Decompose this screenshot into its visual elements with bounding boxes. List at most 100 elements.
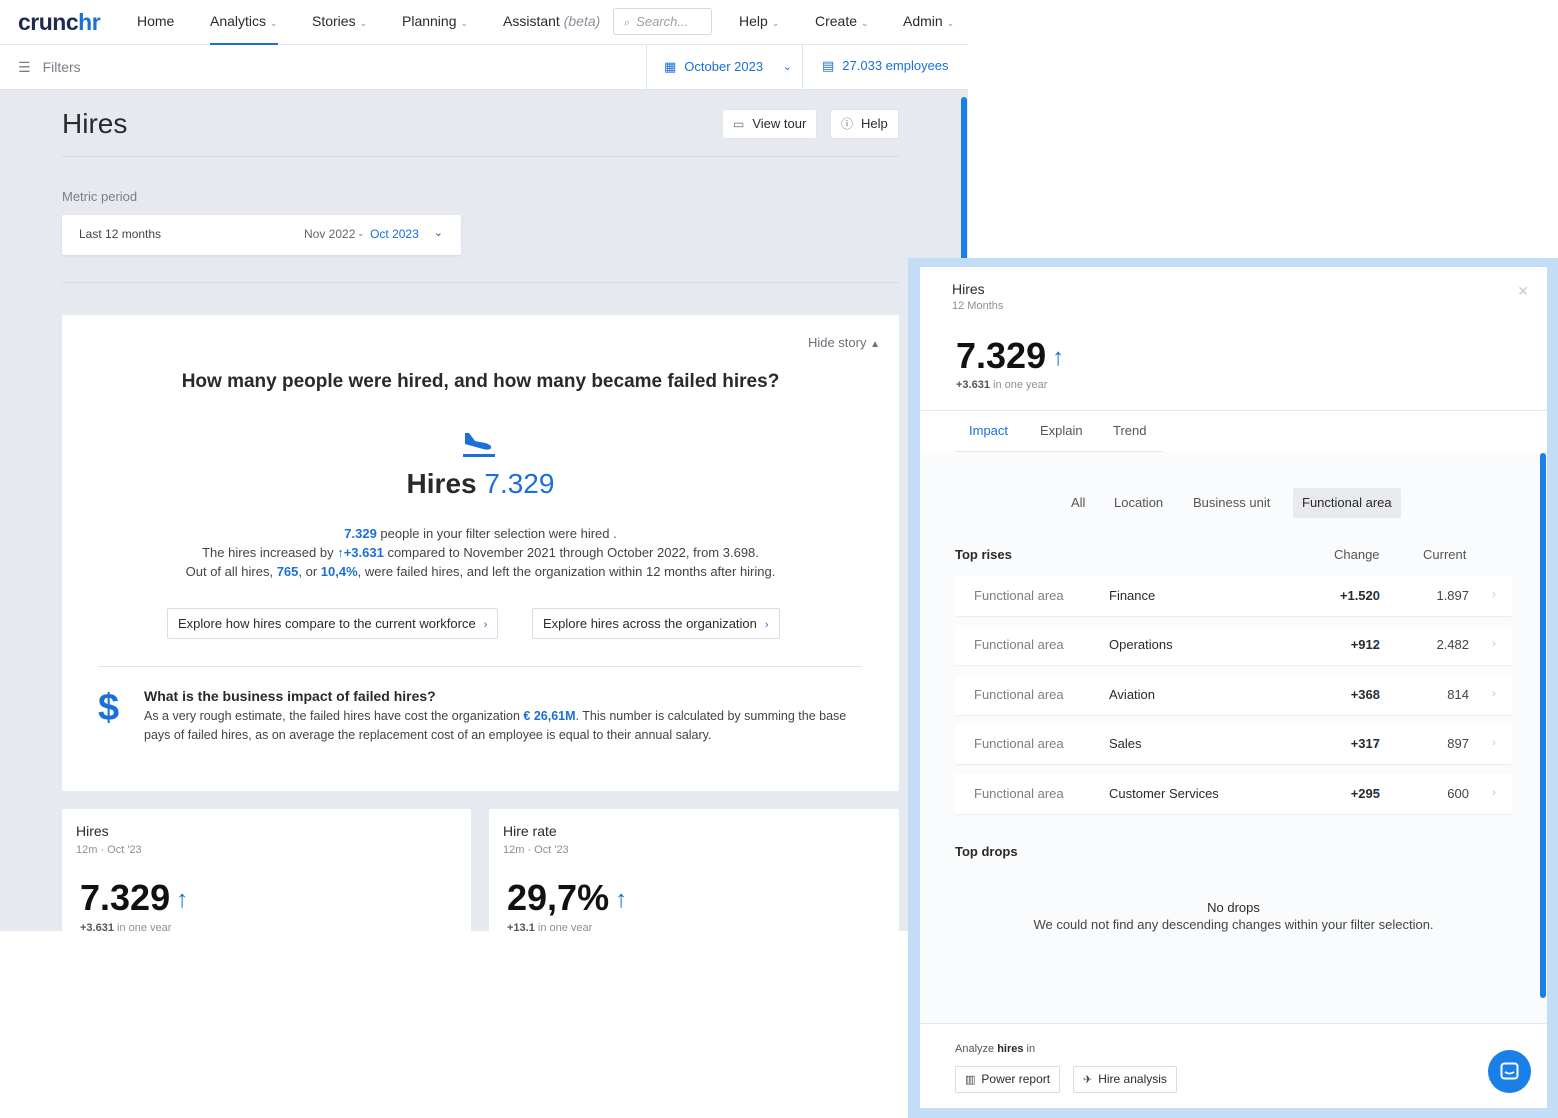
summary-text: compared to November 2021 through Octobe… [383,545,759,560]
tab-impact[interactable]: Impact [969,423,1008,438]
impact-text: As a very rough estimate, the failed hir… [144,709,524,723]
metric-card-hire-rate[interactable]: Hire rate 12m · Oct '23 29,7% ↑ +13.1 in … [489,809,899,931]
explore-workforce-button[interactable]: Explore how hires compare to the current… [167,608,499,639]
top-drops-heading: Top drops [955,844,1018,859]
close-icon[interactable]: ✕ [1517,283,1529,300]
hires-big-stat: Hires 7.329 [62,468,899,500]
hide-story-button[interactable]: Hide story ▲ [808,335,880,350]
info-icon: ⓘ [841,117,854,131]
panel-delta: +3.631 in one year [956,379,1047,391]
chevron-down-icon: ⌄ [946,18,955,28]
failed-hires-rate[interactable]: 10,4% [321,564,358,579]
scrollbar[interactable] [961,97,967,277]
row-current: 897 [1447,736,1469,751]
chevron-down-icon: ⌄ [782,61,792,73]
period-range: Nov 2022 - Oct 2023 [304,227,419,241]
chevron-down-icon: ⌄ [270,18,278,28]
arrow-up-icon: ↑ [1052,344,1065,372]
nav-planning[interactable]: Planning ⌄ [402,0,468,45]
metric-card-hires[interactable]: Hires 12m · Oct '23 7.329 ↑ +3.631 in one… [62,809,471,931]
rise-row[interactable]: Functional area Customer Services +295 ↑… [955,774,1512,814]
summary-line-3: Out of all hires, 765, or 10,4%, were fa… [62,562,899,581]
card-title: Hires [76,823,109,839]
chevron-right-icon: › [1492,686,1496,700]
filters-button[interactable]: ☰ Filters [18,59,81,76]
nav-create[interactable]: Create ⌄ [815,0,869,45]
explore-organization-button[interactable]: Explore hires across the organization › [532,608,780,639]
nav-analytics[interactable]: Analytics ⌄ [210,0,278,45]
summary-text: The hires increased by [202,545,338,560]
nav-assistant-label: Assistant [503,13,560,29]
row-name: Aviation [1109,687,1156,702]
chevron-right-icon: › [1492,785,1496,799]
row-name: Customer Services [1109,786,1219,801]
top-navigation: crunchr Home Analytics ⌄ Stories ⌄ Plannin… [0,0,968,45]
help-label: Help [861,116,888,131]
arrow-up-icon: ↑ [176,886,189,914]
period-from: Nov 2022 [304,227,356,241]
column-change: Change [1334,547,1380,562]
power-report-button[interactable]: ▥ Power report [955,1066,1061,1093]
segment-all[interactable]: All [1062,488,1094,518]
plane-landing-icon [463,433,495,457]
rise-row[interactable]: Functional area Sales +317 ↑ 897 › [955,724,1512,764]
period-selector[interactable]: Last 12 months Nov 2022 - Oct 2023 ⌄ [62,215,461,255]
rise-row[interactable]: Functional area Operations +912 ↑ 2.482 … [955,625,1512,665]
view-tour-label: View tour [752,116,807,131]
period-separator: - [358,227,363,241]
filters-label: Filters [42,59,81,75]
divider [62,156,899,157]
tab-explain[interactable]: Explain [1040,423,1083,438]
period-name: Last 12 months [79,227,162,241]
summary-text: Out of all hires, [185,564,277,579]
rise-row[interactable]: Functional area Aviation +368 ↑ 814 › [955,675,1512,715]
no-drops-title: No drops [1207,900,1260,915]
impact-cost: € 26,61M [523,709,576,723]
employee-count-button[interactable]: ▤ 27.033 employees [822,45,949,90]
chat-button[interactable] [1488,1050,1531,1093]
nav-stories[interactable]: Stories ⌄ [312,0,367,45]
date-label: October 2023 [684,59,764,74]
chevron-right-icon: › [1492,587,1496,601]
card-subtitle: 12m · Oct '23 [76,844,142,856]
beta-badge: (beta) [563,13,601,29]
segment-functional-area[interactable]: Functional area [1293,488,1401,518]
row-dimension: Functional area [974,687,1064,702]
employee-count: 27.033 employees [842,58,949,73]
row-dimension: Functional area [974,637,1064,652]
plane-landing-icon: ✈ [1083,1074,1093,1086]
segment-business-unit[interactable]: Business unit [1184,488,1279,518]
panel-subtitle: 12 Months [952,300,1004,312]
chevron-right-icon: › [1492,735,1496,749]
calendar-icon: ▦ [664,59,677,74]
card-delta-text: in one year [113,922,172,931]
rise-row[interactable]: Functional area Finance +1.520 ↑ 1.897 › [955,576,1512,616]
nav-help[interactable]: Help ⌄ [739,0,779,45]
nav-assistant[interactable]: Assistant (beta) [503,0,600,45]
date-selector[interactable]: ▦ October 2023 ⌄ [646,45,803,90]
chevron-right-icon: › [764,619,769,631]
tab-trend[interactable]: Trend [1113,423,1146,438]
hire-analysis-button[interactable]: ✈ Hire analysis [1073,1066,1177,1093]
big-stat-value: 7.329 [484,468,555,499]
nav-home[interactable]: Home [137,0,174,45]
summary-line-2: The hires increased by ↑+3.631 compared … [62,543,899,562]
nav-admin[interactable]: Admin ⌄ [903,0,954,45]
help-button[interactable]: ⓘ Help [830,109,899,139]
view-tour-button[interactable]: ▭ View tour [722,109,818,139]
failed-hires-count[interactable]: 765 [277,564,299,579]
explore-organization-label: Explore hires across the organization [543,616,757,631]
arrow-up-icon: ↑ [1375,785,1381,799]
nav-help-label: Help [739,13,768,29]
search-input[interactable]: ⌕ Search... [613,8,712,35]
logo-text: crunc [18,9,79,35]
hires-increase[interactable]: +3.631 [344,545,384,560]
nav-stories-label: Stories [312,13,356,29]
logo-text-accent: hr [78,9,101,35]
hires-count[interactable]: 7.329 [344,526,377,541]
row-change: +1.520 [1339,588,1380,603]
row-name: Finance [1109,588,1156,603]
logo[interactable]: crunchr [18,9,101,36]
page-title: Hires [62,108,128,139]
segment-location[interactable]: Location [1105,488,1172,518]
